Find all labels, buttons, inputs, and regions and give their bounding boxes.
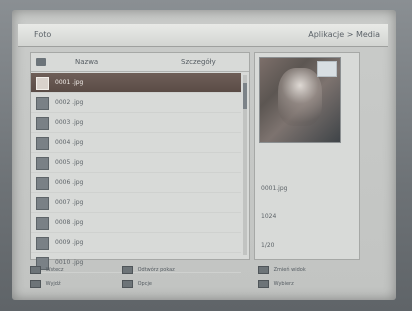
info-filename: 0001.jpg [261,185,288,192]
info-panel: 0001.jpg 1024 1/20 [254,52,360,260]
file-row[interactable]: 0007 .jpg [31,193,241,213]
legend-label: Odtwórz pokaz [137,267,175,273]
file-row[interactable]: 0009 .jpg [31,233,241,253]
info-page-index: 1/20 [261,242,275,249]
file-row[interactable]: 0008 .jpg [31,213,241,233]
column-name-header: Nazwa [75,58,99,66]
legend-item: Opcje [122,278,152,290]
title-bar: Foto Aplikacje > Media [18,24,388,47]
remote-key-icon [30,265,41,274]
image-file-icon [36,237,49,250]
key-legend: Wstecz Odtwórz pokaz Zmień widok Wyjdź O… [30,264,376,292]
remote-key-icon [122,265,133,274]
file-row[interactable]: 0003 .jpg [31,113,241,133]
file-name: 0001 .jpg [55,79,84,86]
file-name: 0005 .jpg [55,159,84,166]
image-file-icon [36,77,49,90]
file-row[interactable]: 0005 .jpg [31,153,241,173]
file-name: 0007 .jpg [55,199,84,206]
file-row[interactable]: 0004 .jpg [31,133,241,153]
list-scrollbar[interactable] [243,75,247,255]
scrollbar-thumb[interactable] [243,83,247,109]
remote-key-icon [258,265,269,274]
legend-label: Zmień widok [273,267,306,273]
image-preview [259,57,341,143]
file-name: 0004 .jpg [55,139,84,146]
image-file-icon [36,137,49,150]
legend-item: Wybierz [258,278,294,290]
legend-item: Odtwórz pokaz [122,264,175,276]
list-header: Nazwa Szczegóły [31,53,249,72]
folder-icon [36,58,46,66]
preview-subject [278,68,322,126]
image-file-icon [36,157,49,170]
legend-item: Wstecz [30,264,64,276]
file-name: 0002 .jpg [55,99,84,106]
file-name: 0003 .jpg [55,119,84,126]
info-resolution: 1024 [261,213,277,220]
file-name: 0006 .jpg [55,179,84,186]
remote-key-icon [30,279,41,288]
legend-label: Wyjdź [45,281,61,287]
file-list-panel: Nazwa Szczegóły 0001 .jpg 0002 .jpg 0003… [30,52,250,273]
window-title: Foto [34,30,52,39]
remote-key-icon [122,279,133,288]
image-file-icon [36,97,49,110]
window-path: Aplikacje > Media [308,30,380,39]
preview-window [317,61,337,77]
image-file-icon [36,217,49,230]
legend-label: Opcje [137,281,152,287]
legend-item: Zmień widok [258,264,306,276]
file-name: 0009 .jpg [55,239,84,246]
file-name: 0008 .jpg [55,219,84,226]
legend-item: Wyjdź [30,278,61,290]
image-file-icon [36,177,49,190]
image-file-icon [36,117,49,130]
file-row[interactable]: 0006 .jpg [31,173,241,193]
remote-key-icon [258,279,269,288]
file-row[interactable]: 0002 .jpg [31,93,241,113]
image-file-icon [36,197,49,210]
file-row[interactable]: 0001 .jpg [31,73,241,93]
legend-label: Wybierz [273,281,294,287]
column-info-header: Szczegóły [181,58,216,66]
file-rows: 0001 .jpg 0002 .jpg 0003 .jpg 0004 .jpg … [31,73,241,273]
legend-label: Wstecz [45,267,64,273]
